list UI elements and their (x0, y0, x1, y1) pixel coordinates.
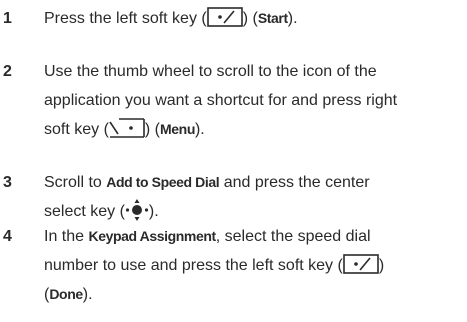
step-text-segment: and press the center (219, 174, 370, 191)
step-text-segment: In the (44, 228, 89, 245)
step-line: number to use and press the left soft ke… (44, 251, 464, 280)
step-text-segment: number to use and press the left soft ke… (44, 257, 343, 274)
step-text-segment: , select the speed dial (215, 228, 371, 245)
step-text-segment: ) ( (144, 121, 161, 138)
step-text: In the Keypad Assignment, select the spe… (44, 222, 464, 309)
step-line: Use the thumb wheel to scroll to the ico… (44, 63, 377, 80)
step-text-segment: ). (82, 286, 93, 303)
step-text: Scroll to Add to Speed Dial and press th… (44, 168, 464, 226)
step-text-segment: ). (194, 121, 205, 138)
step-line: In the Keypad Assignment, select the spe… (44, 222, 464, 251)
left-soft-key-icon (343, 253, 379, 274)
step-number: 4 (3, 228, 12, 245)
center-select-key-icon (125, 198, 149, 221)
left-soft-key-icon (206, 6, 243, 27)
step-text: Use the thumb wheel to scroll to the ico… (44, 57, 464, 144)
step-line: (Done). (44, 280, 464, 309)
step-text-segment: Scroll to (44, 174, 107, 191)
ui-label-add-to-speed-dial: Add to Speed Dial (106, 174, 220, 190)
step-text-segment: ) ( (242, 10, 258, 27)
step-line: Scroll to Add to Speed Dial and press th… (44, 168, 464, 197)
right-soft-key-icon (109, 117, 145, 138)
step-number: 2 (3, 63, 12, 80)
step-text-segment: ) (378, 257, 385, 274)
step-text-segment: ). (148, 203, 159, 220)
step-text: Press the left soft key ( ) (Start). (44, 4, 464, 33)
step-number: 1 (3, 10, 12, 27)
step-line: Press the left soft key ( ) (Start). (44, 4, 464, 33)
ui-label-done: Done (49, 286, 83, 302)
step-text-segment: soft key ( (44, 121, 109, 138)
ui-label-keypad-assignment: Keypad Assignment (88, 228, 216, 244)
ui-label-start: Start (257, 10, 288, 26)
step-number: 3 (3, 174, 12, 191)
step-text-segment: ). (287, 10, 298, 27)
ui-label-menu: Menu (160, 121, 195, 137)
step-line: soft key ( ) (Menu). (44, 115, 464, 144)
step-text-segment: Press the left soft key ( (44, 10, 207, 27)
step-line: application you want a shortcut for and … (44, 92, 398, 109)
step-text-segment: select key ( (44, 203, 125, 220)
